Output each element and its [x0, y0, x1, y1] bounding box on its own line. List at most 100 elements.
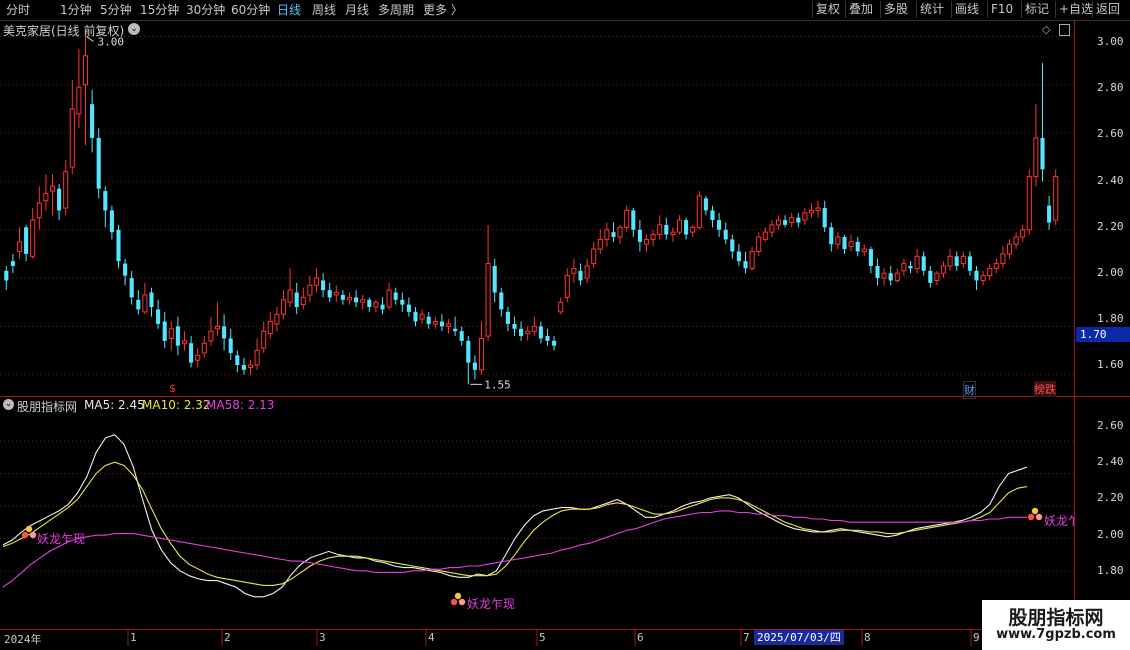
candle-body: [908, 265, 913, 269]
candle-body: [327, 290, 332, 298]
candle-body: [222, 326, 227, 339]
candle-body: [168, 328, 174, 339]
candle-body: [195, 354, 201, 361]
candle-body: [676, 219, 683, 233]
candle-body: [987, 267, 993, 277]
candle-body: [129, 278, 134, 298]
candle-body: [1020, 229, 1026, 238]
candle-body: [868, 249, 873, 266]
candle-body: [789, 217, 795, 223]
candle-body: [690, 226, 696, 233]
signal-icon: [25, 525, 33, 533]
candle-body: [214, 325, 221, 330]
candle-body: [512, 323, 517, 329]
candle-body: [835, 236, 841, 245]
candle-body: [894, 272, 900, 281]
candle-body: [466, 340, 471, 363]
candle-body: [300, 296, 306, 306]
candle-body: [459, 331, 464, 341]
candle-body: [360, 299, 366, 303]
candle-body: [921, 256, 926, 271]
candle-body: [82, 55, 89, 86]
candle-body: [69, 108, 75, 168]
candle-body: [90, 104, 95, 138]
candle-body: [492, 265, 497, 293]
signal-icon: [454, 592, 462, 600]
candle-body: [558, 301, 564, 313]
candle-body: [822, 208, 827, 228]
candle-body: [802, 212, 808, 221]
candle-body: [657, 224, 663, 236]
candle-body: [432, 321, 438, 325]
candle-body: [274, 313, 280, 325]
candle-body: [664, 224, 669, 235]
candle-body: [36, 202, 42, 219]
candle-body: [123, 263, 128, 276]
candle-body: [617, 226, 623, 238]
ma5-line: [2, 434, 1028, 598]
candle-body: [875, 265, 880, 279]
chart-canvas[interactable]: 3.00 1.55: [0, 0, 1130, 650]
candle-body: [400, 299, 405, 305]
candle-body: [156, 309, 161, 324]
candle-body: [947, 255, 953, 267]
candle-body: [736, 251, 741, 262]
candle-body: [1040, 137, 1045, 170]
candle-body: [974, 270, 979, 281]
low-label: 1.55: [484, 378, 511, 391]
candle-body: [485, 263, 491, 337]
candle-body: [743, 261, 748, 269]
candle-body: [208, 330, 214, 342]
candle-body: [201, 342, 207, 354]
candle-body: [419, 313, 425, 320]
candle-body: [571, 267, 577, 274]
candle-body: [181, 340, 188, 344]
signal-icon: [1027, 513, 1035, 521]
candle-body: [346, 296, 353, 301]
candle-body: [881, 272, 887, 279]
candle-body: [717, 220, 722, 230]
ma58-line: [2, 510, 1027, 588]
candle-body: [940, 265, 947, 274]
candle-body: [142, 294, 148, 313]
candle-body: [584, 265, 590, 279]
candle-body: [888, 273, 893, 281]
candle-body: [505, 311, 510, 324]
candle-body: [960, 255, 966, 265]
candle-body: [354, 297, 359, 303]
signal-icon: [458, 598, 466, 606]
high-label: 3.00: [98, 35, 125, 48]
candle-body: [96, 137, 101, 189]
candle-body: [393, 292, 398, 300]
candle-body: [380, 304, 385, 310]
candle-body: [703, 198, 708, 211]
candle-body: [604, 229, 610, 240]
candle-body: [914, 255, 920, 269]
candle-body: [631, 210, 636, 230]
candle-body: [723, 229, 728, 240]
candle-body: [1026, 176, 1032, 231]
candle-body: [650, 234, 656, 240]
signal-icon: [1031, 507, 1039, 515]
candle-body: [901, 263, 907, 272]
candle-body: [1006, 243, 1013, 255]
candle-body: [684, 220, 689, 235]
candle-body: [842, 236, 847, 250]
candle-body: [967, 256, 972, 271]
candle-body: [478, 337, 485, 371]
candle-body: [993, 263, 999, 269]
signal-icon: [21, 531, 29, 539]
candle-body: [367, 299, 372, 308]
candle-body: [815, 207, 821, 211]
candle-body: [57, 188, 62, 211]
candle-body: [162, 321, 167, 341]
candle-body: [16, 241, 23, 252]
signal-icon: [29, 531, 37, 539]
signal-icon: [450, 598, 458, 606]
candle-body: [808, 209, 815, 214]
candle-body: [241, 365, 246, 370]
candle-body: [472, 362, 477, 370]
candle-body: [710, 210, 715, 221]
candle-body: [49, 185, 56, 192]
candle-body: [643, 238, 650, 245]
